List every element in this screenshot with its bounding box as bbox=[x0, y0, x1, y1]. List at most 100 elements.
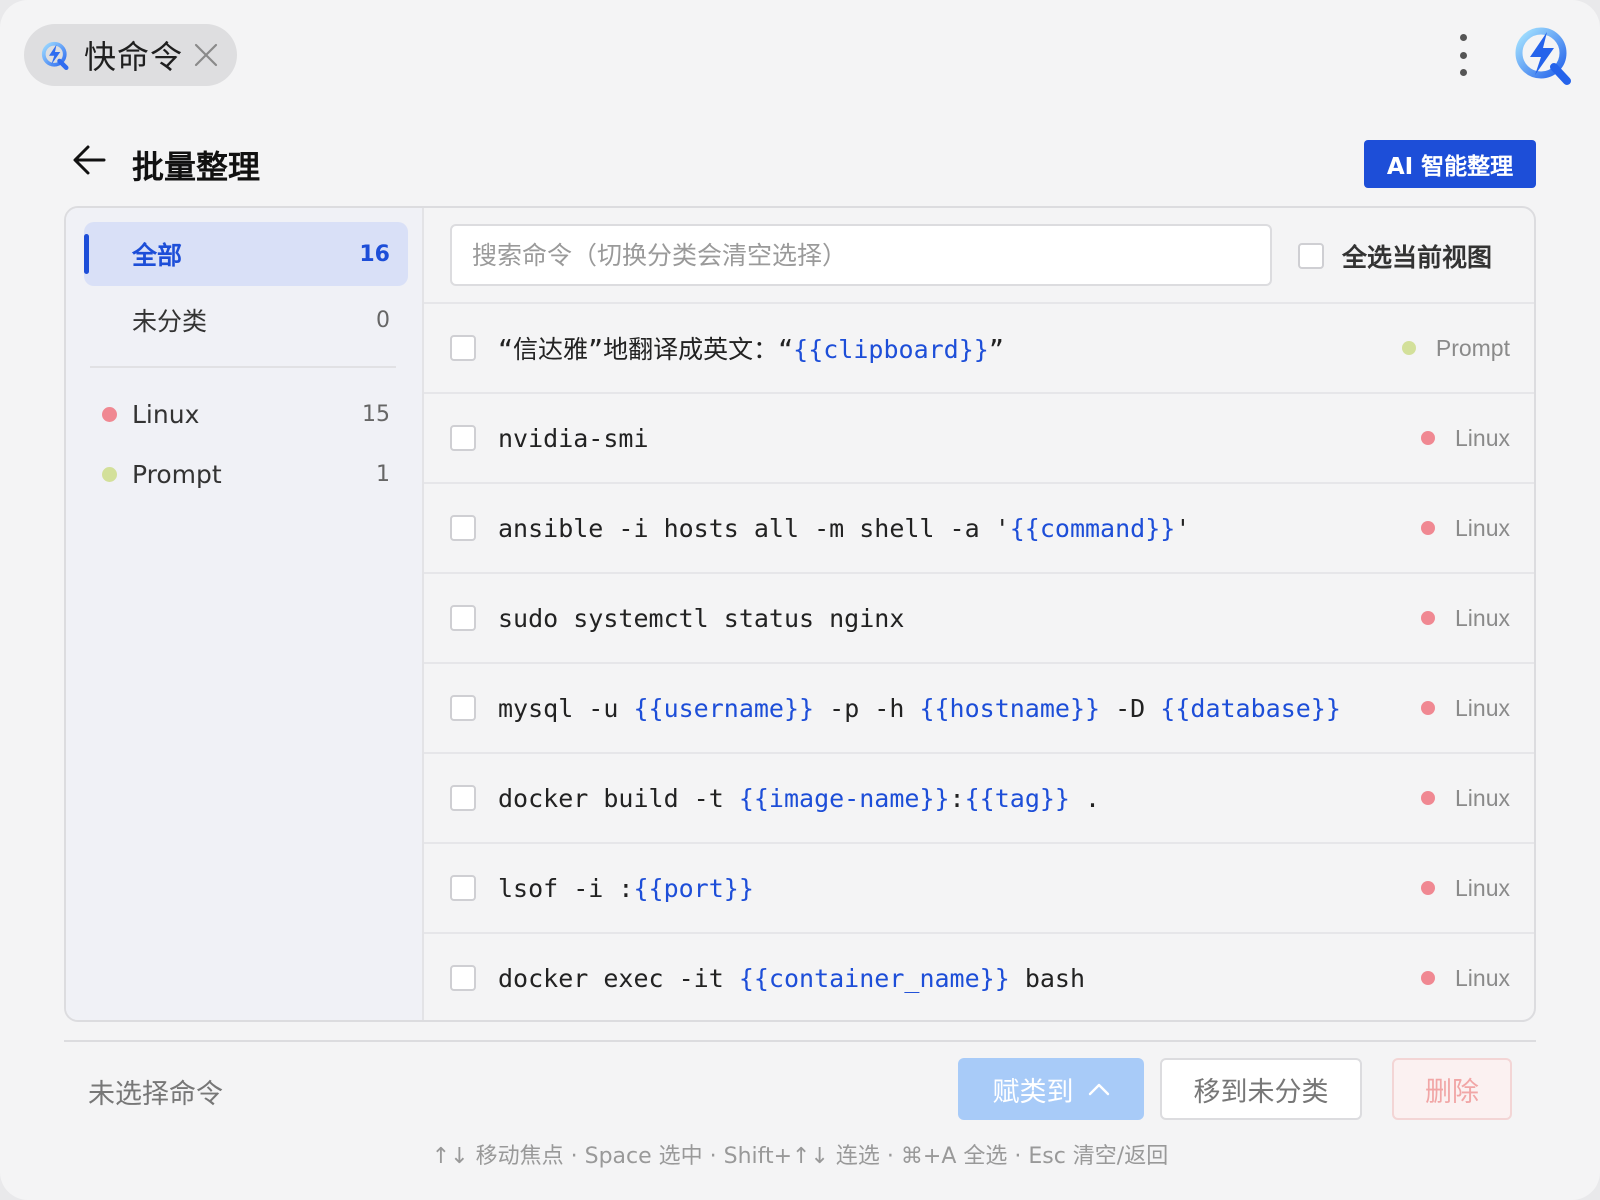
app-tab[interactable]: 快命令 bbox=[24, 24, 237, 86]
row-checkbox[interactable] bbox=[450, 785, 476, 811]
command-text: sudo systemctl status nginx bbox=[498, 604, 904, 633]
page-title: 批量整理 bbox=[132, 148, 261, 186]
command-segment: “信达雅”地翻译成英文：“ bbox=[498, 335, 794, 364]
command-segment: bash bbox=[1009, 963, 1086, 993]
assign-category-label: 赋类到 bbox=[992, 1076, 1074, 1108]
command-segment: nvidia-smi bbox=[498, 423, 649, 453]
sidebar-item-label: 未分类 bbox=[132, 307, 208, 336]
row-checkbox[interactable] bbox=[450, 965, 476, 991]
category-name: Linux bbox=[1455, 514, 1510, 541]
command-segment: -p -h bbox=[814, 693, 920, 723]
command-segment: mysql -u bbox=[498, 693, 634, 723]
command-variable: {{image-name}} bbox=[738, 783, 950, 813]
command-segment: ” bbox=[988, 335, 1004, 364]
command-row[interactable]: mysql -u {{username}} -p -h {{hostname}}… bbox=[424, 662, 1534, 752]
app-logo-icon bbox=[41, 41, 69, 70]
command-text: nvidia-smi bbox=[498, 424, 649, 453]
sidebar-item-uncategorized[interactable]: 未分类 0 bbox=[84, 288, 408, 352]
command-row[interactable]: “信达雅”地翻译成英文：“{{clipboard}}” Prompt bbox=[424, 302, 1534, 392]
command-segment: sudo systemctl status nginx bbox=[498, 603, 905, 633]
command-segment: docker build -t bbox=[498, 783, 739, 813]
row-checkbox[interactable] bbox=[450, 695, 476, 721]
app-name: 快命令 bbox=[84, 38, 184, 76]
sidebar-item-all[interactable]: 全部 16 bbox=[84, 222, 408, 286]
category-color-dot bbox=[1421, 971, 1436, 985]
keyboard-hints: ↑↓ 移动焦点 · Space 选中 · Shift+↑↓ 连选 · ⌘+A 全… bbox=[431, 1144, 1169, 1169]
sidebar-item-count: 15 bbox=[362, 401, 390, 427]
command-variable: {{clipboard}} bbox=[793, 335, 989, 364]
category-color-dot bbox=[1421, 521, 1436, 535]
command-row[interactable]: sudo systemctl status nginx Linux bbox=[424, 572, 1534, 662]
command-list-area: 全选当前视图 “信达雅”地翻译成英文：“{{clipboard}}” Prompt… bbox=[424, 208, 1534, 1020]
category-name: Linux bbox=[1455, 694, 1510, 721]
chevron-up-icon bbox=[1088, 1083, 1109, 1096]
command-row[interactable]: ansible -i hosts all -m shell -a '{{comm… bbox=[424, 482, 1534, 572]
category-color-dot bbox=[1421, 791, 1436, 805]
command-row[interactable]: nvidia-smi Linux bbox=[424, 392, 1534, 482]
command-category: Linux bbox=[1421, 965, 1510, 992]
category-sidebar: 全部 16 未分类 0 Linux 15 Prompt 1 bbox=[66, 208, 424, 1020]
close-icon[interactable] bbox=[191, 40, 221, 70]
command-variable: {{command}} bbox=[1009, 513, 1176, 543]
category-color-dot bbox=[1421, 881, 1436, 895]
move-to-uncategorized-button[interactable]: 移到未分类 bbox=[1160, 1058, 1362, 1120]
select-all-toggle[interactable]: 全选当前视图 bbox=[1298, 238, 1492, 274]
command-category: Linux bbox=[1421, 875, 1510, 902]
command-segment: : bbox=[949, 783, 965, 813]
command-text: docker exec -it {{container_name}} bash bbox=[498, 964, 1085, 993]
row-checkbox[interactable] bbox=[450, 515, 476, 541]
sidebar-item-label: 全部 bbox=[132, 241, 183, 270]
command-row[interactable]: docker exec -it {{container_name}} bash L… bbox=[424, 932, 1534, 1020]
command-segment: ' bbox=[1175, 513, 1191, 543]
category-name: Linux bbox=[1455, 964, 1510, 991]
main-panel: 全部 16 未分类 0 Linux 15 Prompt 1 搜索命令（切换分类会… bbox=[64, 206, 1536, 1022]
command-segment: -D bbox=[1100, 693, 1161, 723]
category-name: Prompt bbox=[1435, 334, 1510, 361]
search-input[interactable] bbox=[450, 224, 1272, 286]
command-category: Linux bbox=[1421, 785, 1510, 812]
row-checkbox[interactable] bbox=[450, 335, 476, 361]
category-name: Linux bbox=[1455, 874, 1510, 901]
category-name: Linux bbox=[1455, 784, 1510, 811]
delete-button[interactable]: 删除 bbox=[1392, 1058, 1512, 1120]
sidebar-item-count: 1 bbox=[376, 461, 390, 487]
sidebar-item-linux[interactable]: Linux 15 bbox=[84, 382, 408, 446]
select-all-label: 全选当前视图 bbox=[1342, 243, 1493, 272]
command-variable: {{hostname}} bbox=[919, 693, 1101, 723]
category-name: Linux bbox=[1455, 424, 1510, 451]
category-name: Linux bbox=[1455, 604, 1510, 631]
category-color-dot bbox=[1401, 341, 1416, 355]
sidebar-divider bbox=[90, 366, 396, 368]
command-variable: {{username}} bbox=[633, 693, 815, 723]
command-segment: docker exec -it bbox=[498, 963, 739, 993]
more-menu-icon[interactable] bbox=[1448, 30, 1478, 80]
category-color-dot bbox=[1421, 701, 1436, 715]
selection-status: 未选择命令 bbox=[88, 1079, 223, 1110]
assign-category-button[interactable]: 赋类到 bbox=[958, 1058, 1144, 1120]
command-text: docker build -t {{image-name}}:{{tag}} . bbox=[498, 784, 1100, 813]
command-segment: . bbox=[1069, 783, 1101, 813]
command-row[interactable]: lsof -i :{{port}} Linux bbox=[424, 842, 1534, 932]
ai-organize-button[interactable]: AI 智能整理 bbox=[1364, 140, 1536, 188]
sidebar-item-label: Linux bbox=[132, 399, 200, 429]
command-category: Linux bbox=[1421, 605, 1510, 632]
command-variable: {{database}} bbox=[1160, 693, 1341, 723]
command-list: “信达雅”地翻译成英文：“{{clipboard}}” Prompt nvidia-… bbox=[424, 302, 1534, 1020]
sidebar-item-count: 16 bbox=[359, 241, 390, 267]
command-text: ansible -i hosts all -m shell -a '{{comm… bbox=[498, 514, 1190, 543]
back-arrow-icon[interactable] bbox=[70, 140, 110, 180]
row-checkbox[interactable] bbox=[450, 605, 476, 631]
row-checkbox[interactable] bbox=[450, 875, 476, 901]
command-category: Linux bbox=[1421, 425, 1510, 452]
command-row[interactable]: docker build -t {{image-name}}:{{tag}} .… bbox=[424, 752, 1534, 842]
command-variable: {{container_name}} bbox=[738, 963, 1010, 993]
category-color-dot bbox=[1421, 431, 1436, 445]
command-category: Linux bbox=[1421, 515, 1510, 542]
select-all-checkbox[interactable] bbox=[1298, 243, 1324, 269]
row-checkbox[interactable] bbox=[450, 425, 476, 451]
command-segment: lsof -i : bbox=[498, 873, 634, 903]
app-window: 快命令 批量整理 AI 智能整理 全部 16 未分类 0 Linux 15 Pr… bbox=[0, 0, 1600, 1200]
command-text: “信达雅”地翻译成英文：“{{clipboard}}” bbox=[498, 330, 1004, 366]
sidebar-item-label: Prompt bbox=[132, 459, 222, 489]
sidebar-item-prompt[interactable]: Prompt 1 bbox=[84, 442, 408, 506]
